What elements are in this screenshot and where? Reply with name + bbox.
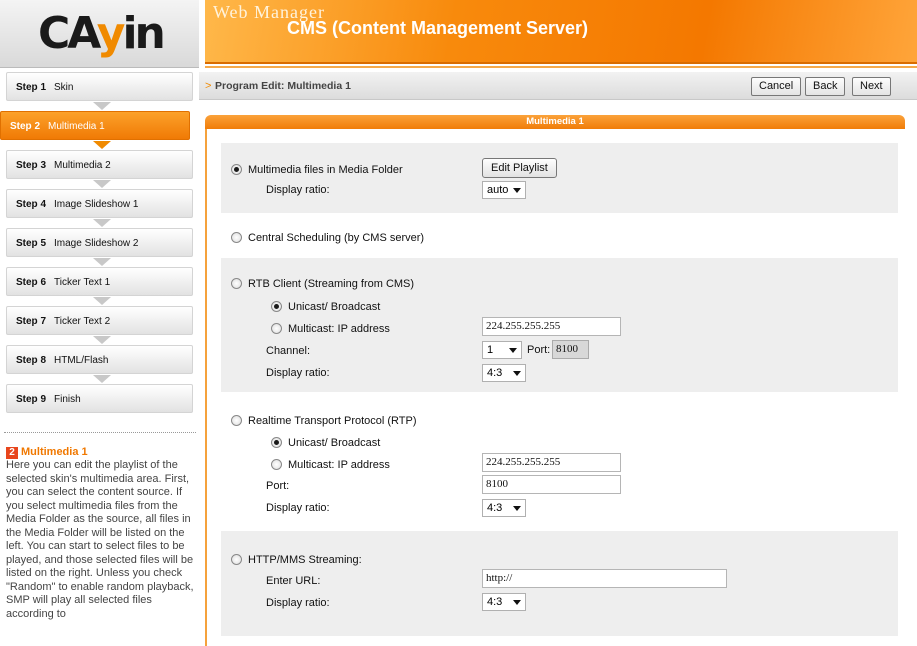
banner-divider [205, 66, 917, 68]
step-arrow-icon [93, 375, 111, 383]
header-banner: Web Manager CMS (Content Management Serv… [205, 0, 917, 64]
central-scheduling-label: Central Scheduling (by CMS server) [248, 232, 425, 244]
help-title: Multimedia 1 [21, 446, 88, 458]
step-sidebar: Step 1 Skin Step 2 Multimedia 1 Step 3 Mult… [0, 72, 199, 413]
url-label: Enter URL: [266, 575, 321, 587]
logo-accent: y [96, 8, 126, 59]
rtb-display-ratio-select[interactable]: 4:3 [482, 364, 526, 382]
chevron-down-icon [509, 348, 517, 353]
rtb-client-section: RTB Client (Streaming from CMS) Unicast/… [221, 258, 898, 392]
sidebar-divider [4, 432, 196, 433]
rtp-multicast-radio[interactable] [271, 459, 282, 470]
display-ratio-select[interactable]: auto [482, 181, 526, 199]
panel-title: Multimedia 1 [205, 115, 905, 129]
step-image-slideshow-2[interactable]: Step 5 Image Slideshow 2 [6, 228, 193, 257]
rtp-ip-address-input[interactable]: 224.255.255.255 [482, 453, 621, 472]
port-label: Port: [266, 480, 290, 492]
step-ticker-text-1[interactable]: Step 6 Ticker Text 1 [6, 267, 193, 296]
port-label: Port: [527, 344, 551, 356]
step-arrow-icon [93, 219, 111, 227]
step-number-badge: 2 [6, 447, 18, 459]
rtp-port-input[interactable]: 8100 [482, 475, 621, 494]
toolbar: > Program Edit: Multimedia 1 Cancel Back… [199, 72, 917, 100]
rtb-ip-address-input[interactable]: 224.255.255.255 [482, 317, 621, 336]
breadcrumb: Program Edit: Multimedia 1 [215, 80, 351, 92]
rtb-client-radio[interactable] [231, 278, 242, 289]
display-ratio-label: Display ratio: [266, 367, 330, 379]
rtp-unicast-radio[interactable] [271, 437, 282, 448]
step-arrow-icon [93, 336, 111, 344]
rtp-multicast-label: Multicast: IP address [288, 459, 390, 471]
step-arrow-icon [93, 102, 111, 110]
step-arrow-icon [93, 180, 111, 188]
chevron-down-icon [513, 188, 521, 193]
help-text: Here you can edit the playlist of the se… [6, 459, 194, 620]
rtp-label: Realtime Transport Protocol (RTP) [248, 415, 417, 427]
step-arrow-icon [93, 141, 111, 149]
banner-subtitle: CMS (Content Management Server) [287, 18, 589, 38]
back-button[interactable]: Back [805, 77, 846, 96]
rtb-multicast-label: Multicast: IP address [288, 323, 390, 335]
rtp-unicast-label: Unicast/ Broadcast [288, 437, 381, 449]
rtb-client-label: RTB Client (Streaming from CMS) [248, 278, 415, 290]
rtp-radio[interactable] [231, 415, 242, 426]
rtb-unicast-label: Unicast/ Broadcast [288, 301, 381, 313]
step-skin[interactable]: Step 1 Skin [6, 72, 193, 101]
cancel-button[interactable]: Cancel [751, 77, 802, 96]
media-folder-label: Multimedia files in Media Folder [248, 164, 403, 176]
step-multimedia-2[interactable]: Step 3 Multimedia 2 [6, 150, 193, 179]
central-scheduling-section: Central Scheduling (by CMS server) [221, 225, 898, 249]
next-button[interactable]: Next [852, 77, 891, 96]
step-ticker-text-2[interactable]: Step 7 Ticker Text 2 [6, 306, 193, 335]
media-folder-section: Multimedia files in Media Folder Edit Pl… [221, 143, 898, 213]
step-finish[interactable]: Step 9 Finish [6, 384, 193, 413]
http-mms-radio[interactable] [231, 554, 242, 565]
step-multimedia-1[interactable]: Step 2 Multimedia 1 [0, 111, 190, 140]
chevron-down-icon [513, 371, 521, 376]
display-ratio-label: Display ratio: [266, 184, 330, 196]
rtb-port-field: 8100 [552, 340, 589, 359]
url-input[interactable]: http:// [482, 569, 727, 588]
rtb-multicast-radio[interactable] [271, 323, 282, 334]
channel-select[interactable]: 1 [482, 341, 522, 359]
multimedia-settings-panel: Multimedia files in Media Folder Edit Pl… [205, 129, 905, 646]
rtp-section: Realtime Transport Protocol (RTP) Unicas… [221, 398, 898, 524]
step-html-flash[interactable]: Step 8 HTML/Flash [6, 345, 193, 374]
display-ratio-label: Display ratio: [266, 502, 330, 514]
media-folder-radio[interactable] [231, 164, 242, 175]
chevron-down-icon [513, 600, 521, 605]
help-panel: 2 Multimedia 1 Here you can edit the play… [6, 445, 194, 646]
rtb-unicast-radio[interactable] [271, 301, 282, 312]
display-ratio-label: Display ratio: [266, 597, 330, 609]
cayin-logo: CAyin [0, 0, 199, 68]
central-scheduling-radio[interactable] [231, 232, 242, 243]
http-mms-label: HTTP/MMS Streaming: [248, 554, 362, 566]
channel-label: Channel: [266, 345, 311, 357]
edit-playlist-button[interactable]: Edit Playlist [482, 158, 557, 178]
rtp-display-ratio-select[interactable]: 4:3 [482, 499, 526, 517]
chevron-down-icon [513, 506, 521, 511]
step-image-slideshow-1[interactable]: Step 4 Image Slideshow 1 [6, 189, 193, 218]
http-display-ratio-select[interactable]: 4:3 [482, 593, 526, 611]
step-arrow-icon [93, 297, 111, 305]
http-mms-section: HTTP/MMS Streaming: Enter URL: http:// D… [221, 531, 898, 636]
step-arrow-icon [93, 258, 111, 266]
breadcrumb-arrow-icon: > [205, 80, 212, 92]
